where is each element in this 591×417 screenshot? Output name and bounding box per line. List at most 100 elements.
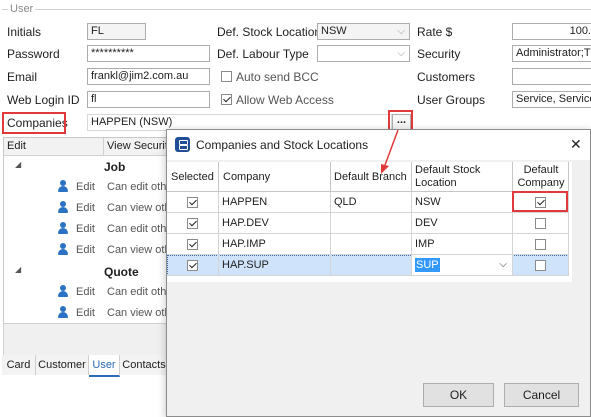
branch-cell[interactable]	[331, 255, 412, 276]
initials-field[interactable]: FL	[87, 23, 146, 40]
cancel-button[interactable]: Cancel	[504, 383, 579, 407]
tab-customer[interactable]: Customer	[36, 355, 89, 375]
table-row-selected-cell[interactable]	[167, 255, 219, 276]
user-icon	[57, 222, 69, 235]
table-row-selected-cell[interactable]	[167, 234, 219, 255]
close-icon[interactable]: ✕	[570, 136, 582, 153]
rate-label: Rate $	[417, 25, 453, 39]
auto-send-bcc-label: Auto send BCC	[236, 70, 319, 84]
grid-row[interactable]: Edit Can view oth	[4, 303, 171, 324]
def-stock-label: Def. Stock Location	[217, 25, 322, 39]
user-groups-field[interactable]: Service, Service	[512, 91, 591, 108]
security-grid-header: Edit View Security	[4, 138, 173, 156]
companies-dialog: Companies and Stock Locations ✕ Selected…	[166, 129, 591, 417]
password-label: Password	[7, 47, 60, 61]
col-header-selected[interactable]: Selected	[167, 162, 219, 192]
allow-web-label: Allow Web Access	[236, 93, 334, 107]
col-header-company-label: Company	[223, 171, 271, 183]
row-action[interactable]: Edit	[76, 181, 95, 193]
company-cell[interactable]: HAP.SUP	[219, 255, 331, 276]
default-company-cell[interactable]	[513, 213, 569, 234]
bottom-tab-bar: Card Customer User Contacts	[0, 355, 170, 377]
row-action[interactable]: Edit	[76, 286, 95, 298]
table-row-selected-cell[interactable]	[167, 213, 219, 234]
security-field[interactable]: Administrator;T	[512, 45, 591, 62]
password-field[interactable]: **********	[87, 45, 210, 62]
default-company-highlight	[512, 191, 568, 212]
row-action[interactable]: Edit	[76, 244, 95, 256]
customers-field[interactable]	[512, 68, 591, 85]
company-cell[interactable]: HAP.IMP	[219, 234, 331, 255]
default-company-cell[interactable]	[513, 234, 569, 255]
grid-row[interactable]: Edit Can edit othe	[4, 219, 172, 240]
branch-cell[interactable]: QLD	[331, 192, 412, 213]
customers-label: Customers	[417, 70, 476, 84]
ok-button[interactable]: OK	[423, 383, 494, 407]
ellipsis-highlight	[388, 110, 413, 131]
row-selected-checkbox[interactable]	[187, 218, 198, 229]
initials-label: Initials	[7, 25, 42, 39]
auto-send-bcc-checkbox[interactable]	[221, 71, 232, 82]
web-login-field[interactable]: fl	[87, 91, 210, 108]
row-selected-checkbox[interactable]	[187, 197, 198, 208]
col-header-default-branch-label: Default Branch	[334, 171, 407, 183]
collapse-arrow-icon[interactable]: ◢	[15, 160, 21, 169]
col-header-selected-label: Selected	[171, 171, 214, 183]
default-company-checkbox[interactable]	[535, 218, 546, 229]
stock-cell-editor[interactable]: SUP ⌵	[412, 255, 513, 276]
chevron-down-icon[interactable]: ⌵	[499, 255, 507, 275]
col-header-company[interactable]: Company	[219, 162, 331, 192]
grid-group-quote[interactable]: ◢ Quote	[4, 261, 168, 282]
default-company-cell[interactable]	[513, 255, 569, 276]
grid-group-job[interactable]: ◢ Job	[4, 156, 168, 177]
stock-cell[interactable]: NSW	[412, 192, 513, 213]
grid-row[interactable]: Edit Can edit othe	[4, 282, 172, 303]
collapse-arrow-icon[interactable]: ◢	[15, 265, 21, 274]
email-field[interactable]: frankl@jim2.com.au	[87, 68, 210, 85]
user-icon	[57, 285, 69, 298]
def-labour-label: Def. Labour Type	[217, 47, 309, 61]
row-text: Can edit othe	[107, 286, 173, 298]
col-header-default-stock-label: Default Stock Location	[415, 164, 481, 189]
grid-footer-area	[3, 323, 169, 356]
companies-label-highlight	[2, 112, 66, 134]
branch-cell[interactable]	[331, 234, 412, 255]
app-logo-icon	[175, 137, 190, 152]
grid-row[interactable]: Edit Can edit othe	[4, 177, 172, 198]
company-cell[interactable]: HAP.DEV	[219, 213, 331, 234]
stock-cell[interactable]: IMP	[412, 234, 513, 255]
user-groups-label: User Groups	[417, 93, 486, 107]
security-label: Security	[417, 47, 461, 61]
grid-col-view[interactable]: View Security	[107, 140, 173, 152]
grid-row[interactable]: Edit Can view oth	[4, 240, 171, 261]
col-header-default-company[interactable]: Default Company	[513, 162, 569, 192]
def-labour-select[interactable]: ⌵	[317, 45, 410, 62]
grid-row[interactable]: Edit Can view oth	[4, 198, 171, 219]
grid-col-edit[interactable]: Edit	[7, 140, 26, 152]
row-selected-checkbox[interactable]	[187, 260, 198, 271]
user-icon	[57, 243, 69, 256]
rate-field[interactable]: 100.	[512, 23, 591, 40]
company-cell[interactable]: HAPPEN	[219, 192, 331, 213]
table-row-selected-cell[interactable]	[167, 192, 219, 213]
chevron-down-icon: ⌵	[397, 48, 405, 59]
tab-card[interactable]: Card	[2, 355, 36, 375]
row-action[interactable]: Edit	[76, 307, 95, 319]
security-grid: Edit View Security ◢ Job Edit Can edit o…	[3, 137, 173, 324]
stock-cell[interactable]: DEV	[412, 213, 513, 234]
dialog-title: Companies and Stock Locations	[196, 138, 369, 152]
col-header-default-stock[interactable]: Default Stock Location	[412, 162, 513, 192]
tab-user[interactable]: User	[89, 355, 120, 377]
tab-contacts[interactable]: Contacts	[120, 355, 169, 375]
user-icon	[57, 306, 69, 319]
branch-cell[interactable]	[331, 213, 412, 234]
row-action[interactable]: Edit	[76, 223, 95, 235]
default-company-checkbox[interactable]	[535, 260, 546, 271]
def-stock-select[interactable]: NSW ⌵	[317, 23, 410, 40]
row-action[interactable]: Edit	[76, 202, 95, 214]
chevron-down-icon: ⌵	[397, 26, 405, 37]
default-company-checkbox[interactable]	[535, 239, 546, 250]
row-selected-checkbox[interactable]	[187, 239, 198, 250]
allow-web-checkbox[interactable]	[221, 94, 232, 105]
col-header-default-branch[interactable]: Default Branch	[331, 162, 412, 192]
